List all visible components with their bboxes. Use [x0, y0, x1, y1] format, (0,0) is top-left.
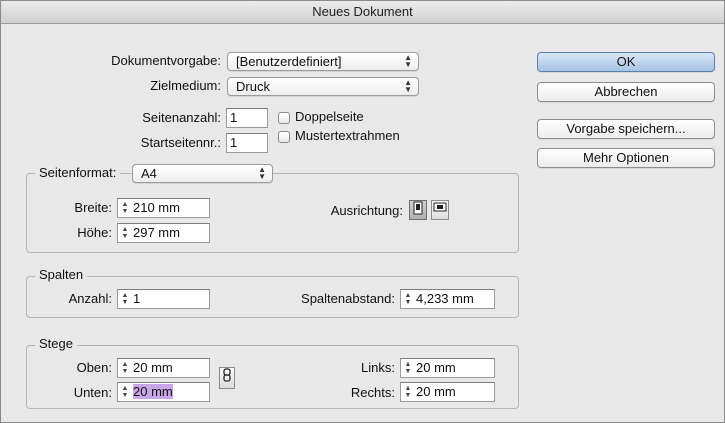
width-value: 210 mm — [133, 200, 180, 215]
more-options-button[interactable]: Mehr Optionen — [537, 148, 715, 168]
start-page-label: Startseitennr.: — [140, 135, 221, 150]
intent-select[interactable]: Druck ▲ ▼ — [227, 77, 419, 96]
document-preset-label: Dokumentvorgabe: — [111, 53, 221, 68]
top-margin-label: Oben: — [76, 360, 112, 375]
top-margin-field[interactable]: ▲ ▼ 20 mm — [117, 358, 210, 378]
page-size-value: A4 — [141, 166, 157, 181]
left-margin-value: 20 mm — [416, 360, 456, 375]
columns-title: Spalten — [35, 267, 88, 283]
margins-title: Stege — [35, 336, 77, 352]
column-count-value: 1 — [133, 291, 141, 306]
dialog-title: Neues Dokument — [1, 1, 724, 24]
height-label: Höhe: — [77, 225, 112, 240]
height-value: 297 mm — [133, 225, 180, 240]
right-margin-value: 20 mm — [416, 384, 456, 399]
facing-pages-checkbox[interactable] — [278, 112, 290, 124]
stepper-icon[interactable]: ▲ ▼ — [403, 385, 413, 399]
height-field[interactable]: ▲ ▼ 297 mm — [117, 223, 210, 243]
right-margin-field[interactable]: ▲ ▼ 20 mm — [400, 382, 495, 402]
facing-pages-label: Doppelseite — [295, 109, 364, 124]
left-margin-label: Links: — [361, 360, 395, 375]
orientation-label: Ausrichtung: — [330, 203, 403, 218]
primary-text-frame-label: Mustertextrahmen — [295, 128, 400, 143]
stepper-icon[interactable]: ▲ ▼ — [403, 361, 413, 375]
stepper-icon[interactable]: ▲ ▼ — [120, 361, 130, 375]
right-margin-label: Rechts: — [350, 385, 395, 400]
bottom-margin-label: Unten: — [73, 385, 112, 400]
primary-text-frame-checkbox[interactable] — [278, 131, 290, 143]
ok-button[interactable]: OK — [537, 52, 715, 72]
intent-label: Zielmedium: — [150, 78, 221, 93]
intent-value: Druck — [236, 79, 270, 94]
page-count-label: Seitenanzahl: — [142, 110, 221, 125]
page-count-field[interactable]: 1 — [226, 108, 268, 128]
left-margin-field[interactable]: ▲ ▼ 20 mm — [400, 358, 495, 378]
bottom-margin-value: 20 mm — [133, 384, 173, 399]
column-count-field[interactable]: ▲ ▼ 1 — [117, 289, 210, 309]
popup-arrows-icon: ▲ ▼ — [404, 78, 412, 94]
stepper-icon[interactable]: ▲ ▼ — [120, 385, 130, 399]
save-preset-button[interactable]: Vorgabe speichern... — [537, 119, 715, 139]
start-page-field[interactable]: 1 — [226, 133, 268, 153]
page-size-label: Seitenformat: — [35, 165, 121, 181]
column-count-label: Anzahl: — [68, 291, 112, 306]
document-preset-value: [Benutzerdefiniert] — [236, 54, 342, 69]
top-margin-value: 20 mm — [133, 360, 173, 375]
cancel-button[interactable]: Abbrechen — [537, 82, 715, 102]
landscape-glyph-icon — [433, 202, 447, 212]
stepper-icon[interactable]: ▲ ▼ — [403, 292, 413, 306]
chain-glyph-icon — [223, 368, 231, 382]
width-field[interactable]: ▲ ▼ 210 mm — [117, 198, 210, 218]
popup-arrows-icon: ▲ ▼ — [404, 53, 412, 69]
gutter-label: Spaltenabstand: — [301, 291, 395, 306]
chain-link-icon[interactable] — [219, 367, 235, 389]
document-preset-select[interactable]: [Benutzerdefiniert] ▲ ▼ — [227, 52, 419, 71]
new-document-dialog: Neues Dokument Dokumentvorgabe: [Benutze… — [0, 0, 725, 423]
stepper-icon[interactable]: ▲ ▼ — [120, 292, 130, 306]
landscape-icon[interactable] — [431, 200, 449, 220]
bottom-margin-field[interactable]: ▲ ▼ 20 mm — [117, 382, 210, 402]
width-label: Breite: — [74, 200, 112, 215]
stepper-icon[interactable]: ▲ ▼ — [120, 226, 130, 240]
popup-arrows-icon: ▲ ▼ — [258, 165, 266, 181]
portrait-glyph-icon — [413, 201, 423, 215]
stepper-icon[interactable]: ▲ ▼ — [120, 201, 130, 215]
page-size-select[interactable]: A4 ▲ ▼ — [132, 164, 273, 183]
portrait-icon[interactable] — [409, 200, 427, 220]
gutter-value: 4,233 mm — [416, 291, 474, 306]
gutter-field[interactable]: ▲ ▼ 4,233 mm — [400, 289, 495, 309]
